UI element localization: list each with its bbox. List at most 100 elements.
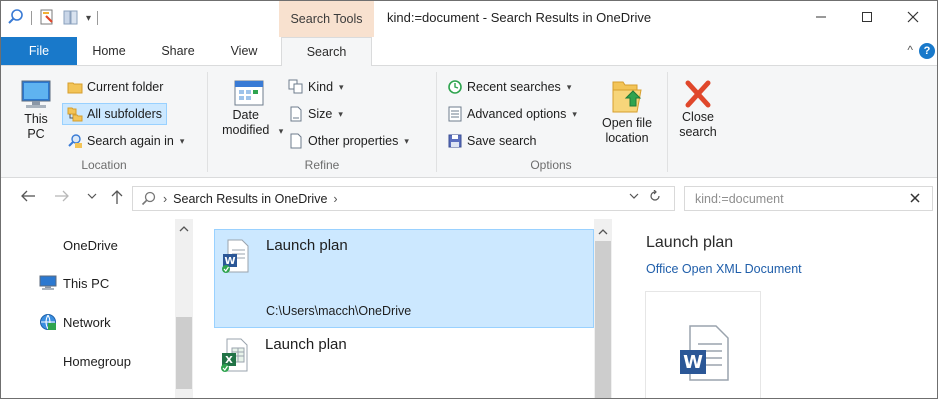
this-pc-label: This PC [24, 112, 48, 141]
current-folder-label: Current folder [87, 80, 164, 94]
recent-searches-button[interactable]: Recent searches ▾ [443, 76, 575, 98]
chevron-down-icon: ▾ [566, 81, 572, 92]
maximize-icon [862, 12, 872, 22]
save-search-label: Save search [467, 134, 537, 148]
window-title: kind:=document - Search Results in OneDr… [387, 10, 652, 25]
sidebar-item-homegroup[interactable]: Homegroup [63, 346, 131, 376]
arrow-left-icon [21, 190, 35, 202]
size-button[interactable]: Size ▾ [284, 103, 347, 125]
file-name: Launch plan [265, 336, 347, 353]
ribbon: This PC Current folder All subfolders Se… [1, 65, 937, 178]
new-folder-icon[interactable] [62, 8, 80, 29]
breadcrumb-separator-icon: › [163, 191, 168, 206]
search-icon[interactable] [7, 8, 25, 29]
chevron-down-icon [629, 193, 639, 199]
current-folder-button[interactable]: Current folder [63, 76, 167, 98]
tab-home[interactable]: Home [84, 37, 134, 65]
kind-button[interactable]: Kind ▾ [284, 76, 348, 98]
document-properties-icon [290, 133, 302, 149]
chevron-down-icon: ▾ [179, 135, 185, 146]
sidebar-item-label: Network [63, 314, 111, 330]
ribbon-tabs: File Home Share View Search ^ ? [1, 37, 937, 66]
breadcrumb-chevron-icon[interactable]: › [333, 192, 337, 206]
scroll-up-icon[interactable] [598, 225, 608, 239]
search-icon [141, 191, 156, 205]
customize-qat-icon[interactable]: ▾ [86, 13, 91, 24]
collapse-ribbon-button[interactable]: ^ [907, 43, 913, 57]
sidebar-item-onedrive[interactable]: OneDrive [63, 230, 118, 260]
open-folder-icon [612, 81, 642, 113]
scroll-up-icon[interactable] [179, 225, 189, 236]
preview-title: Launch plan [646, 234, 734, 251]
breadcrumb[interactable]: Search Results in OneDrive [173, 192, 327, 206]
tab-share[interactable]: Share [153, 37, 203, 65]
list-item[interactable]: X Launch plan [214, 331, 594, 391]
list-item[interactable]: W Launch plan C:\Users\macch\OneDrive [214, 229, 594, 328]
maximize-button[interactable] [844, 1, 890, 33]
svg-text:W: W [683, 352, 703, 373]
back-button[interactable] [20, 189, 36, 208]
properties-icon[interactable] [38, 8, 56, 29]
up-button[interactable] [110, 189, 124, 210]
minimize-button[interactable] [798, 1, 844, 33]
nav-scrollbar[interactable] [175, 219, 193, 398]
close-search-label: Close search [679, 110, 717, 139]
sidebar-item-network[interactable]: Network [39, 307, 111, 337]
refresh-icon [650, 189, 660, 201]
network-icon [40, 314, 56, 330]
explorer-window: ▾ Search Tools kind:=document - Search R… [0, 0, 938, 399]
date-modified-button[interactable]: Date modified ▾ [214, 78, 284, 139]
tab-search[interactable]: Search [281, 37, 372, 66]
preview-thumbnail: W [645, 291, 761, 398]
address-dropdown-button[interactable] [629, 190, 639, 205]
preview-pane: Launch plan Office Open XML Document W [618, 219, 937, 398]
arrow-up-icon [111, 190, 123, 204]
file-path: C:\Users\macch\OneDrive [266, 304, 412, 318]
nav-scrollbar-thumb[interactable] [176, 317, 192, 389]
address-row: › Search Results in OneDrive › kind:=doc… [1, 179, 937, 219]
advanced-options-icon [448, 106, 462, 122]
search-input[interactable]: kind:=document [684, 186, 933, 211]
advanced-options-button[interactable]: Advanced options ▾ [443, 103, 581, 125]
address-bar[interactable]: › Search Results in OneDrive › [132, 186, 675, 211]
refresh-button[interactable] [649, 189, 661, 205]
close-search-button[interactable]: Close search [674, 78, 722, 140]
file-list-scrollbar-thumb[interactable] [595, 241, 611, 398]
quick-access-toolbar: ▾ [7, 7, 99, 29]
close-search-icon [685, 80, 711, 108]
recent-locations-button[interactable] [87, 191, 97, 204]
tab-file[interactable]: File [1, 37, 77, 65]
chevron-down-icon: ▾ [339, 81, 344, 92]
recent-searches-icon [448, 80, 462, 94]
refine-group-label: Refine [304, 158, 340, 172]
search-folder-icon [68, 134, 82, 148]
save-icon [448, 134, 462, 148]
qat-separator-2 [97, 11, 99, 25]
forward-button[interactable] [54, 189, 70, 208]
clear-search-button[interactable] [910, 191, 920, 206]
folder-icon [67, 82, 83, 94]
sidebar-item-label: Homegroup [63, 353, 131, 369]
computer-icon [39, 275, 57, 290]
kind-icon [288, 79, 303, 94]
tab-view[interactable]: View [219, 37, 269, 65]
search-again-in-button[interactable]: Search again in ▾ [63, 130, 188, 152]
preview-file-type: Office Open XML Document [646, 262, 802, 276]
file-list-scrollbar[interactable] [594, 219, 612, 398]
close-window-button[interactable] [890, 1, 936, 33]
chevron-down-icon: ▾ [572, 108, 577, 119]
open-file-location-button[interactable]: Open file location [593, 76, 661, 146]
chevron-down-icon: ▾ [404, 135, 409, 146]
close-icon [907, 11, 919, 23]
search-tools-context-tab: Search Tools [279, 1, 374, 37]
save-search-button[interactable]: Save search [443, 130, 540, 152]
sidebar-item-this-pc[interactable]: This PC [39, 268, 109, 298]
close-icon [910, 193, 920, 203]
address-tools [629, 189, 661, 205]
other-properties-button[interactable]: Other properties ▾ [284, 130, 413, 152]
all-subfolders-button[interactable]: All subfolders [62, 103, 168, 125]
help-button[interactable]: ? [919, 43, 935, 59]
computer-icon [21, 80, 51, 108]
title-bar: ▾ Search Tools kind:=document - Search R… [1, 1, 937, 37]
this-pc-button[interactable]: This PC [13, 78, 59, 142]
